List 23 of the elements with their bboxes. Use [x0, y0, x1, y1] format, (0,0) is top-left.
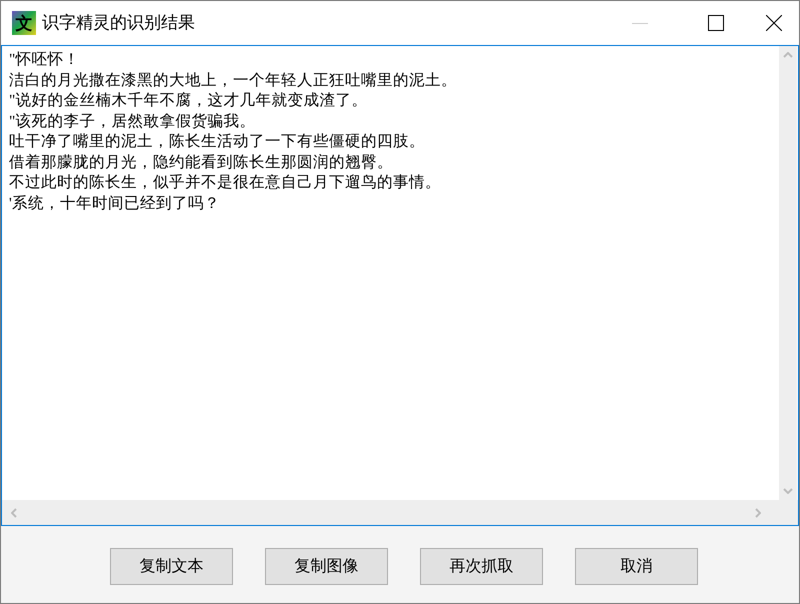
text-line: '系统，十年时间已经到了吗？ — [9, 194, 220, 214]
maximize-icon — [708, 15, 724, 31]
text-line: 借着那朦胧的月光，隐约能看到陈长生那圆润的翘臀。 — [9, 152, 393, 172]
scroll-up-icon[interactable] — [783, 52, 793, 58]
dialog-button[interactable]: 复制图像 — [265, 548, 388, 585]
text-line: "怀呸怀！ — [9, 50, 80, 70]
text-line: 洁白的月光撒在漆黑的大地上，一个年轻人正狂吐嘴里的泥土。 — [9, 70, 457, 90]
close-icon — [766, 15, 782, 31]
scroll-down-icon[interactable] — [783, 488, 793, 494]
text-line: 不过此时的陈长生，似乎并不是很在意自己月下遛鸟的事情。 — [9, 173, 441, 193]
text-line: "说好的金丝楠木千年不腐，这才几年就变成渣了。 — [9, 91, 368, 111]
scroll-left-icon[interactable] — [11, 508, 17, 518]
dialog-button[interactable]: 再次抓取 — [420, 548, 543, 585]
result-text-area[interactable]: "怀呸怀！ 洁白的月光撒在漆黑的大地上，一个年轻人正狂吐嘴里的泥土。 "说好的金丝楠木千年不腐，这才几年就变成渣了。 "该死的李子，居然敢拿假货骗我。 吐干净了嘴里的泥土，陈长生活动了一下有些僵硬的四肢。 借着那朦胧的月光，隐约能看到陈长生那圆润的翘臀。 不过此时的陈长生，似乎并不是很在意自己月下遛鸟的事情。 '系统，十年时间已经到了吗？ — [1, 45, 799, 526]
text-line: 吐干净了嘴里的泥土，陈长生活动了一下有些僵硬的四肢。 — [9, 132, 425, 152]
dialog-button[interactable]: 取消 — [575, 548, 698, 585]
scroll-right-icon[interactable] — [755, 508, 761, 518]
horizontal-scrollbar[interactable] — [2, 500, 770, 525]
text-line: "该死的李子，居然敢拿假货骗我。 — [9, 112, 256, 132]
vertical-scrollbar[interactable] — [779, 46, 797, 500]
app-logo-icon: 文 — [12, 11, 36, 35]
window-title: 识字精灵的识别结果 — [42, 12, 195, 34]
dialog-button[interactable]: 复制文本 — [110, 548, 233, 585]
